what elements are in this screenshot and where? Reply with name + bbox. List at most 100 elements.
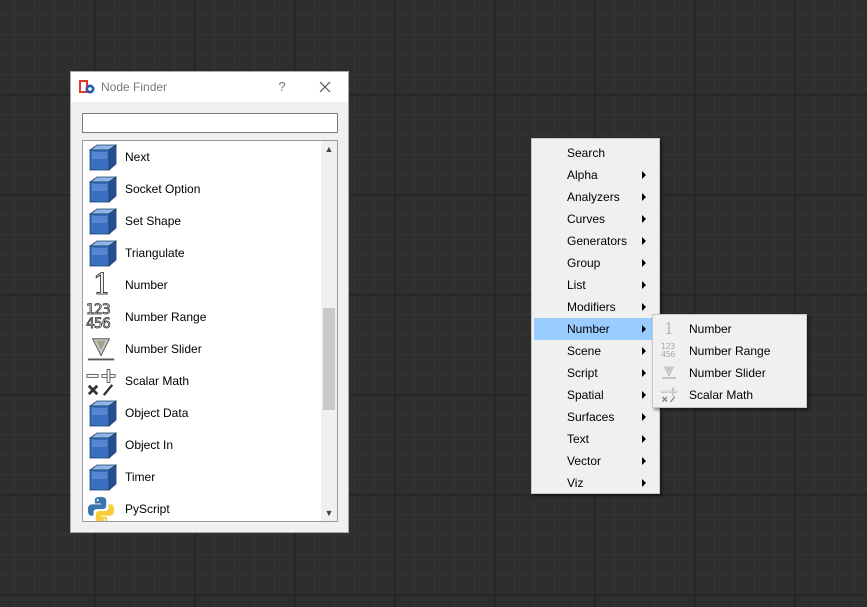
list-item-label: Timer [125, 470, 156, 484]
menu-item-scene[interactable]: Scene [534, 340, 658, 362]
list-item-label: Object Data [125, 406, 189, 420]
submenu-item-number[interactable]: 1 Number [655, 318, 805, 340]
menu-item-analyzers[interactable]: Analyzers [534, 186, 658, 208]
submenu-item-label: Number Slider [689, 366, 766, 380]
number-submenu: 1 Number 123 456 Number Range Number Slider Sc… [652, 314, 807, 408]
menu-item-curves[interactable]: Curves [534, 208, 658, 230]
help-button[interactable]: ? [272, 77, 292, 97]
vertical-scrollbar[interactable]: ▲ ▼ [321, 141, 337, 521]
submenu-item-number-range[interactable]: 123 456 Number Range [655, 340, 805, 362]
python-icon [86, 495, 118, 521]
menu-item-label: Spatial [567, 388, 604, 402]
scroll-up-arrow-icon[interactable]: ▲ [321, 141, 337, 157]
glyph-bottom: 456 [661, 350, 675, 359]
menu-item-alpha[interactable]: Alpha [534, 164, 658, 186]
list-item[interactable]: 123 456 Number Range [83, 301, 319, 333]
menu-item-label: Surfaces [567, 410, 615, 424]
list-item[interactable]: Number Slider [83, 333, 319, 365]
menu-item-label: Analyzers [567, 190, 620, 204]
cube-icon [86, 207, 118, 235]
list-item-label: Socket Option [125, 182, 201, 196]
submenu-arrow-icon [642, 457, 646, 465]
menu-item-label: Alpha [567, 168, 598, 182]
submenu-arrow-icon [642, 435, 646, 443]
number-one-icon: 1 [92, 267, 112, 301]
list-item-label: Scalar Math [125, 374, 190, 388]
submenu-arrow-icon [642, 193, 646, 201]
list-item[interactable]: Object In [83, 429, 319, 461]
submenu-item-scalar-math[interactable]: Scalar Math [655, 384, 805, 406]
menu-item-label: Viz [567, 476, 584, 490]
menu-item-viz[interactable]: Viz [534, 472, 658, 494]
menu-item-list[interactable]: List [534, 274, 658, 296]
cube-icon [86, 463, 118, 491]
dialog-title: Node Finder [101, 80, 168, 94]
list-item[interactable]: Next [83, 141, 319, 173]
submenu-arrow-icon [642, 281, 646, 289]
menu-item-generators[interactable]: Generators [534, 230, 658, 252]
submenu-arrow-icon [642, 237, 646, 245]
slider-icon [661, 365, 677, 381]
menu-item-label: Generators [567, 234, 628, 248]
list-item[interactable]: Triangulate [83, 237, 319, 269]
menu-item-label: Number [567, 322, 610, 336]
number-one-icon: 1 [663, 319, 675, 338]
submenu-item-label: Number [689, 322, 732, 336]
close-icon[interactable] [315, 77, 335, 97]
menu-item-text[interactable]: Text [534, 428, 658, 450]
list-item-label: Object In [125, 438, 174, 452]
scrollbar-thumb[interactable] [323, 308, 335, 410]
title-bar[interactable]: Node Finder ? [71, 72, 348, 102]
list-item[interactable]: Socket Option [83, 173, 319, 205]
submenu-arrow-icon [642, 347, 646, 355]
node-list[interactable]: Next Socket Option Set Shape Triangulate 1 Nu… [82, 140, 338, 522]
submenu-item-number-slider[interactable]: Number Slider [655, 362, 805, 384]
submenu-arrow-icon [642, 259, 646, 267]
menu-item-spatial[interactable]: Spatial [534, 384, 658, 406]
search-input[interactable] [82, 113, 338, 133]
list-item[interactable]: Timer [83, 461, 319, 493]
list-item[interactable]: 1 Number [83, 269, 319, 301]
list-item-label: PyScript [125, 502, 170, 516]
glyph-top: 123 [86, 302, 112, 318]
menu-item-group[interactable]: Group [534, 252, 658, 274]
menu-item-search[interactable]: Search [534, 142, 658, 164]
list-item[interactable]: Set Shape [83, 205, 319, 237]
submenu-arrow-icon [642, 325, 646, 333]
number-range-icon: 123 456 [86, 301, 118, 333]
submenu-arrow-icon [642, 369, 646, 377]
glyph-bottom: 456 [86, 316, 112, 332]
submenu-arrow-icon [642, 413, 646, 421]
list-item-label: Number Slider [125, 342, 202, 356]
submenu-item-label: Scalar Math [689, 388, 754, 402]
submenu-arrow-icon [642, 391, 646, 399]
menu-item-label: Vector [567, 454, 602, 468]
menu-item-label: Script [567, 366, 598, 380]
menu-item-surfaces[interactable]: Surfaces [534, 406, 658, 428]
list-item[interactable]: Object Data [83, 397, 319, 429]
list-item-label: Triangulate [125, 246, 185, 260]
cube-icon [86, 239, 118, 267]
menu-item-script[interactable]: Script [534, 362, 658, 384]
menu-item-number[interactable]: Number [534, 318, 658, 340]
menu-item-vector[interactable]: Vector [534, 450, 658, 472]
menu-item-label: Text [567, 432, 590, 446]
menu-item-label: Search [567, 146, 606, 160]
submenu-arrow-icon [642, 479, 646, 487]
math-operators-icon [86, 367, 118, 396]
list-item[interactable]: Scalar Math [83, 365, 319, 397]
cube-icon [86, 431, 118, 459]
menu-item-label: Curves [567, 212, 606, 226]
list-item-label: Next [125, 150, 150, 164]
submenu-item-label: Number Range [689, 344, 771, 358]
menu-item-modifiers[interactable]: Modifiers [534, 296, 658, 318]
math-operators-icon [661, 387, 677, 403]
app-icon [79, 80, 95, 94]
cube-icon [86, 143, 118, 171]
scroll-down-arrow-icon[interactable]: ▼ [321, 505, 337, 521]
menu-item-label: Modifiers [567, 300, 616, 314]
list-item[interactable]: PyScript [83, 493, 319, 521]
node-context-menu: Search Alpha Analyzers Curves Generators Grou… [531, 138, 660, 494]
menu-item-label: Group [567, 256, 601, 270]
menu-item-label: List [567, 278, 586, 292]
